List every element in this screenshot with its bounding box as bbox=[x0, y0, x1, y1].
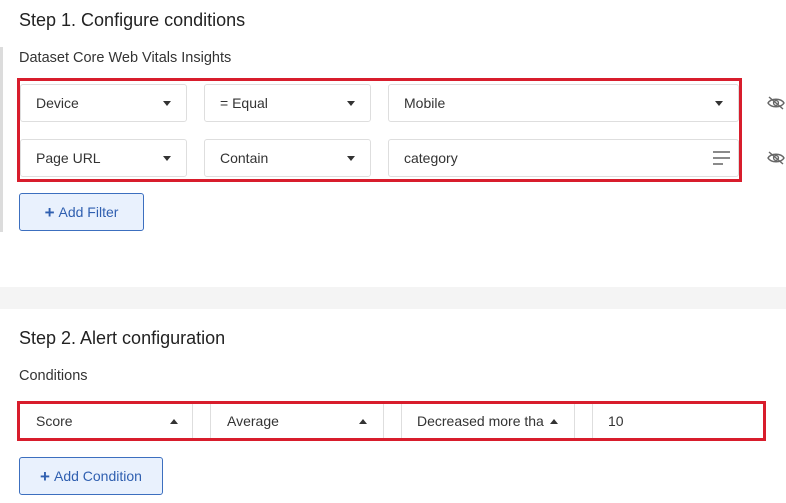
add-condition-button[interactable]: + Add Condition bbox=[19, 457, 163, 495]
dataset-label: Dataset Core Web Vitals Insights bbox=[19, 50, 232, 66]
chevron-down-icon bbox=[163, 101, 171, 106]
filter-1-operator-select[interactable]: = Equal bbox=[204, 84, 371, 122]
filter-2-operator-select[interactable]: Contain bbox=[204, 139, 371, 177]
filter-2-operator-value: Contain bbox=[220, 150, 269, 166]
eye-slash-icon[interactable] bbox=[767, 151, 785, 165]
step1-title: Step 1. Configure conditions bbox=[19, 10, 246, 30]
filter-1-operator-value: = Equal bbox=[220, 95, 268, 111]
chevron-up-icon[interactable] bbox=[359, 419, 367, 424]
hamburger-icon[interactable] bbox=[713, 151, 730, 169]
filter-1-value-select[interactable]: Mobile bbox=[388, 84, 739, 122]
chevron-down-icon bbox=[163, 156, 171, 161]
chevron-down-icon bbox=[715, 101, 723, 106]
step2-title: Step 2. Alert configuration bbox=[19, 328, 226, 348]
condition-metric-value[interactable]: Score bbox=[36, 413, 176, 429]
plus-icon: + bbox=[40, 466, 50, 486]
filter-1-value: Mobile bbox=[404, 95, 446, 111]
condition-aggregation-value[interactable]: Average bbox=[227, 413, 357, 429]
filter-2-field-value: Page URL bbox=[36, 150, 101, 166]
filter-1-field-select[interactable]: Device bbox=[20, 84, 187, 122]
eye-slash-icon[interactable] bbox=[767, 96, 785, 110]
filter-1-field-value: Device bbox=[36, 95, 79, 111]
filter-2-value: category bbox=[404, 150, 458, 166]
chevron-down-icon bbox=[347, 101, 355, 106]
add-filter-label: Add Filter bbox=[58, 204, 119, 220]
filter-2-field-select[interactable]: Page URL bbox=[20, 139, 187, 177]
filter-2-value-input[interactable]: category bbox=[388, 139, 739, 177]
condition-row: Score Average Decreased more tha 10 bbox=[19, 402, 764, 440]
conditions-label: Conditions bbox=[19, 368, 88, 384]
left-rule bbox=[0, 47, 3, 232]
add-filter-button[interactable]: + Add Filter bbox=[19, 193, 144, 231]
condition-comparison-value[interactable]: Decreased more tha bbox=[417, 413, 547, 429]
chevron-down-icon bbox=[347, 156, 355, 161]
condition-threshold-input[interactable]: 10 bbox=[608, 413, 748, 429]
plus-icon: + bbox=[44, 202, 55, 222]
chevron-up-icon[interactable] bbox=[550, 419, 558, 424]
configure-conditions-card: Step 1. Configure conditions Dataset Cor… bbox=[0, 0, 786, 287]
add-condition-label: Add Condition bbox=[53, 468, 142, 484]
chevron-up-icon[interactable] bbox=[170, 419, 178, 424]
